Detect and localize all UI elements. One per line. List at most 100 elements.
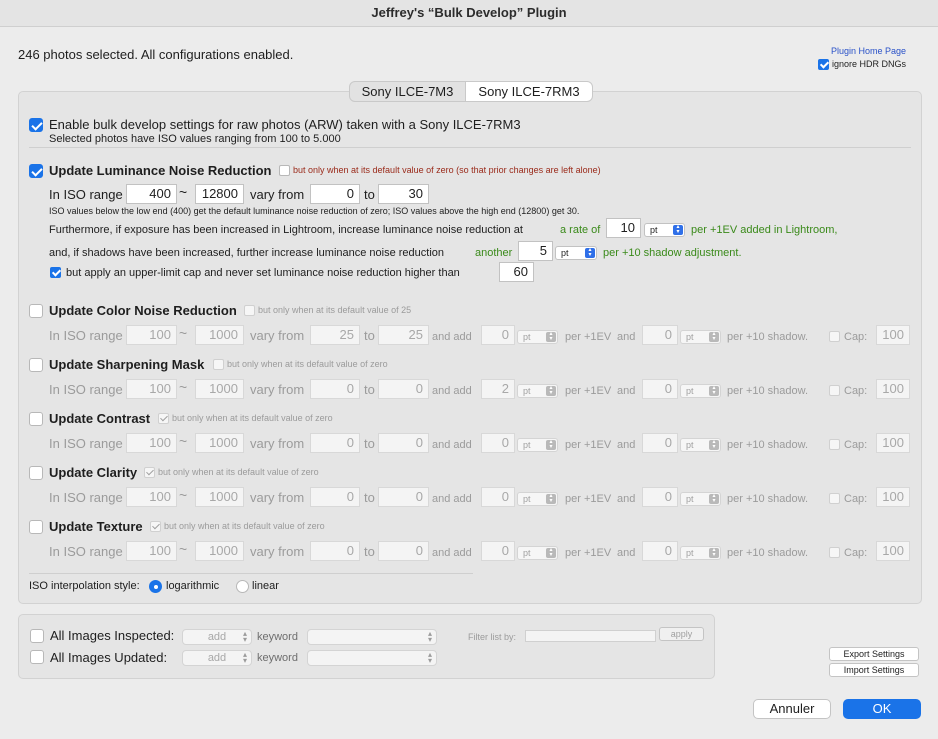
clarity-cap-checkbox[interactable] [829, 493, 840, 504]
color-noise-reduction-to-input[interactable]: 25 [378, 325, 429, 345]
contrast-from-input[interactable]: 0 [310, 433, 360, 453]
clarity-checkbox[interactable] [29, 466, 43, 480]
clarity-shadow-unit-popup[interactable]: pt ▴ ▾ [680, 492, 721, 506]
cancel-button[interactable]: Annuler [753, 699, 831, 719]
texture-iso-low-input[interactable]: 100 [126, 541, 177, 561]
contrast-iso-high-input[interactable]: 1000 [195, 433, 244, 453]
color-noise-reduction-ev-input[interactable]: 0 [481, 325, 515, 345]
ignore-hdr-checkbox[interactable] [818, 59, 829, 70]
sharpening-mask-cap-input[interactable]: 100 [876, 379, 910, 399]
luminance-iso-low-input[interactable]: 400 [126, 184, 177, 204]
exposure-unit-popup[interactable]: pt ▴ ▾ [644, 223, 685, 237]
shadow-text: and, if shadows have been increased, fur… [49, 247, 445, 259]
luminance-checkbox[interactable] [29, 164, 43, 178]
texture-ev-input[interactable]: 0 [481, 541, 515, 561]
clarity-from-input[interactable]: 0 [310, 487, 360, 507]
inspected-keyword-select[interactable]: ▴ ▾ [307, 629, 437, 645]
inspected-add-select[interactable]: add ▴ ▾ [182, 629, 252, 645]
texture-cap-checkbox[interactable] [829, 547, 840, 558]
sharpening-mask-to-input[interactable]: 0 [378, 379, 429, 399]
texture-checkbox[interactable] [29, 520, 43, 534]
texture-shadow-unit-popup[interactable]: pt ▴ ▾ [680, 546, 721, 560]
clarity-ev-input[interactable]: 0 [481, 487, 515, 507]
contrast-default-checkbox[interactable] [158, 413, 169, 424]
shadow-rate-input[interactable]: 5 [518, 241, 553, 261]
texture-shadow-input[interactable]: 0 [642, 541, 678, 561]
contrast-ev-input[interactable]: 0 [481, 433, 515, 453]
exposure-rate-input[interactable]: 10 [606, 218, 641, 238]
exposure-suffix: per +1EV added in Lightroom, [691, 224, 838, 236]
color-noise-reduction-cap-checkbox[interactable] [829, 331, 840, 342]
per-10-shadow-label: per +10 shadow. [727, 385, 809, 397]
color-noise-reduction-from-input[interactable]: 25 [310, 325, 360, 345]
contrast-cap-input[interactable]: 100 [876, 433, 910, 453]
radio-linear[interactable] [236, 580, 249, 593]
sharpening-mask-checkbox[interactable] [29, 358, 43, 372]
sharpening-mask-ev-unit-popup[interactable]: pt ▴ ▾ [517, 384, 558, 398]
clarity-ev-unit-popup[interactable]: pt ▴ ▾ [517, 492, 558, 506]
updated-add-select[interactable]: add ▴ ▾ [182, 650, 252, 666]
sharpening-mask-iso-high-input[interactable]: 1000 [195, 379, 244, 399]
tab-sony-ilce-7rm3[interactable]: Sony ILCE-7RM3 [465, 81, 593, 102]
texture-default-checkbox[interactable] [150, 521, 161, 532]
clarity-shadow-input[interactable]: 0 [642, 487, 678, 507]
sharpening-mask-ev-input[interactable]: 2 [481, 379, 515, 399]
contrast-shadow-unit-popup[interactable]: pt ▴ ▾ [680, 438, 721, 452]
ignore-hdr-label: ignore HDR DNGs [832, 59, 907, 69]
color-noise-reduction-default-checkbox[interactable] [244, 305, 255, 316]
luminance-iso-high-input[interactable]: 12800 [195, 184, 244, 204]
luminance-cap-label: but apply an upper-limit cap and never s… [66, 267, 460, 279]
contrast-to-input[interactable]: 0 [378, 433, 429, 453]
clarity-cap-input[interactable]: 100 [876, 487, 910, 507]
texture-iso-high-input[interactable]: 1000 [195, 541, 244, 561]
contrast-iso-low-input[interactable]: 100 [126, 433, 177, 453]
texture-cap-input[interactable]: 100 [876, 541, 910, 561]
sharpening-mask-default-checkbox[interactable] [213, 359, 224, 370]
contrast-shadow-input[interactable]: 0 [642, 433, 678, 453]
contrast-iso-range-label: In ISO range [49, 436, 123, 451]
clarity-default-checkbox[interactable] [144, 467, 155, 478]
export-settings-button[interactable]: Export Settings [829, 647, 919, 661]
clarity-iso-low-input[interactable]: 100 [126, 487, 177, 507]
color-noise-reduction-checkbox[interactable] [29, 304, 43, 318]
color-noise-reduction-shadow-input[interactable]: 0 [642, 325, 678, 345]
import-settings-button[interactable]: Import Settings [829, 663, 919, 677]
luminance-cap-checkbox[interactable] [50, 267, 61, 278]
contrast-checkbox[interactable] [29, 412, 43, 426]
plugin-home-link[interactable]: Plugin Home Page [831, 46, 906, 56]
texture-to-input[interactable]: 0 [378, 541, 429, 561]
texture-ev-unit-popup[interactable]: pt ▴ ▾ [517, 546, 558, 560]
texture-from-input[interactable]: 0 [310, 541, 360, 561]
enable-camera-checkbox[interactable] [29, 118, 43, 132]
clarity-iso-high-input[interactable]: 1000 [195, 487, 244, 507]
sharpening-mask-from-input[interactable]: 0 [310, 379, 360, 399]
tilde: ~ [179, 379, 188, 395]
divider [29, 147, 911, 148]
per-1ev-label: per +1EV [565, 385, 612, 397]
color-noise-reduction-ev-unit-popup[interactable]: pt ▴ ▾ [517, 330, 558, 344]
updated-keyword-select[interactable]: ▴ ▾ [307, 650, 437, 666]
color-noise-reduction-cap-input[interactable]: 100 [876, 325, 910, 345]
sharpening-mask-cap-checkbox[interactable] [829, 385, 840, 396]
clarity-to-input[interactable]: 0 [378, 487, 429, 507]
inspected-checkbox[interactable] [30, 629, 44, 643]
luminance-to-input[interactable]: 30 [378, 184, 429, 204]
updated-checkbox[interactable] [30, 650, 44, 664]
sharpening-mask-iso-low-input[interactable]: 100 [126, 379, 177, 399]
tab-sony-ilce-7m3[interactable]: Sony ILCE-7M3 [349, 81, 466, 102]
color-noise-reduction-iso-high-input[interactable]: 1000 [195, 325, 244, 345]
apply-button[interactable]: apply [659, 627, 704, 641]
luminance-cap-input[interactable]: 60 [499, 262, 534, 282]
contrast-cap-checkbox[interactable] [829, 439, 840, 450]
filter-input[interactable] [525, 630, 656, 642]
radio-logarithmic[interactable] [149, 580, 162, 593]
luminance-from-input[interactable]: 0 [310, 184, 360, 204]
sharpening-mask-shadow-unit-popup[interactable]: pt ▴ ▾ [680, 384, 721, 398]
shadow-unit-popup[interactable]: pt ▴ ▾ [555, 246, 597, 260]
luminance-default-checkbox[interactable] [279, 165, 290, 176]
sharpening-mask-shadow-input[interactable]: 0 [642, 379, 678, 399]
ok-button[interactable]: OK [843, 699, 921, 719]
color-noise-reduction-iso-low-input[interactable]: 100 [126, 325, 177, 345]
contrast-ev-unit-popup[interactable]: pt ▴ ▾ [517, 438, 558, 452]
color-noise-reduction-shadow-unit-popup[interactable]: pt ▴ ▾ [680, 330, 721, 344]
